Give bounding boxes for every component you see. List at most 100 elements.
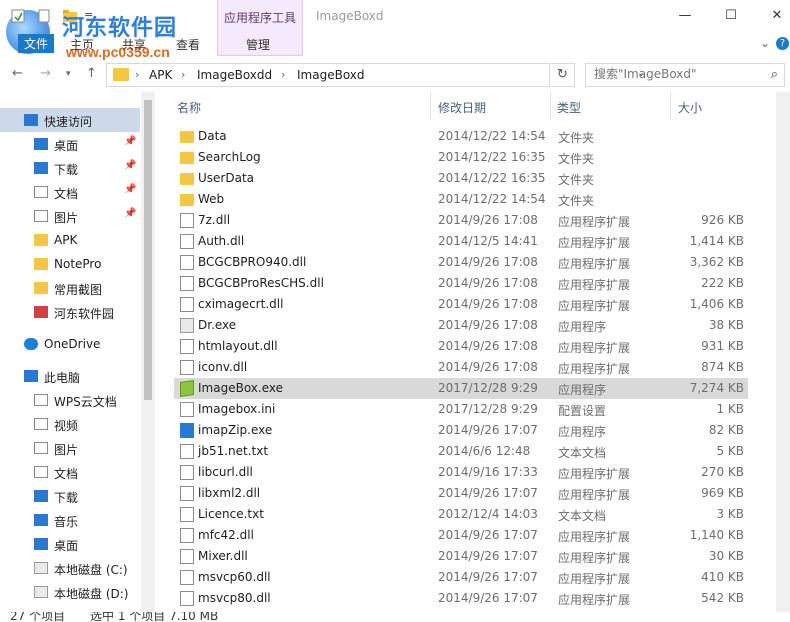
address-bar[interactable]: › APK › ImageBoxdd › ImageBoxd ⌄	[106, 63, 645, 87]
file-size: 931 KB	[701, 339, 744, 353]
file-name: libcurl.dll	[198, 465, 253, 479]
file-row[interactable]: Dr.exe 2014/9/26 17:08 应用程序 38 KB	[174, 315, 748, 336]
column-divider[interactable]	[550, 92, 551, 120]
nav-item[interactable]: 视频	[0, 412, 140, 436]
minimize-button[interactable]: —	[662, 0, 708, 32]
nav-item[interactable]: 图片 📌	[0, 204, 140, 228]
file-name: htmlayout.dll	[198, 339, 278, 353]
tab-file[interactable]: 文件	[18, 34, 55, 53]
file-date: 2017/12/28 9:29	[438, 402, 538, 416]
file-row[interactable]: ImageBox.exe 2017/12/28 9:29 应用程序 7,274 KB	[174, 378, 748, 399]
search-box[interactable]: ⌕	[585, 63, 785, 87]
tab-home[interactable]: 主页	[70, 36, 94, 53]
recent-locations-button[interactable]: ▾	[66, 69, 71, 79]
file-list-scrollbar[interactable]	[776, 92, 790, 612]
file-row[interactable]: UserData 2014/12/22 16:35 文件夹	[174, 168, 748, 189]
file-row[interactable]: Licence.txt 2012/12/4 14:03 文本文档 3 KB	[174, 504, 748, 525]
tab-share[interactable]: 共享	[122, 36, 146, 53]
dll-icon	[180, 339, 194, 354]
file-row[interactable]: cximagecrt.dll 2014/9/26 17:08 应用程序扩展 1,406…	[174, 294, 748, 315]
desktop-icon	[34, 138, 48, 150]
nav-item[interactable]: WPS云文档	[0, 388, 140, 412]
file-row[interactable]: BCGCBPRO940.dll 2014/9/26 17:08 应用程序扩展 3,36…	[174, 252, 748, 273]
column-type[interactable]: 类型	[557, 99, 581, 116]
column-size[interactable]: 大小	[678, 99, 702, 116]
file-type: 应用程序扩展	[558, 215, 631, 229]
file-date: 2014/9/26 17:07	[438, 486, 538, 500]
breadcrumb-imageboxd[interactable]: ImageBoxd	[297, 68, 365, 82]
close-button[interactable]: ✕	[754, 0, 790, 32]
file-size: 1,414 KB	[689, 234, 744, 248]
file-date: 2014/9/26 17:08	[438, 213, 538, 227]
nav-item[interactable]: 文档 📌	[0, 180, 140, 204]
quick-access-properties-icon[interactable]	[10, 8, 26, 24]
nav-item[interactable]: 下载	[0, 484, 140, 508]
nav-item[interactable]: 下载 📌	[0, 156, 140, 180]
breadcrumb-imageboxdd[interactable]: ImageBoxdd	[197, 68, 272, 82]
file-row[interactable]: iconv.dll 2014/9/26 17:08 应用程序扩展 874 KB	[174, 357, 748, 378]
file-row[interactable]: libxml2.dll 2014/9/26 17:07 应用程序扩展 969 KB	[174, 483, 748, 504]
nav-item[interactable]: 桌面 📌	[0, 132, 140, 156]
file-row[interactable]: Data 2014/12/22 14:54 文件夹	[174, 126, 748, 147]
file-name: libxml2.dll	[198, 486, 261, 500]
file-row[interactable]: msvcp80.dll 2014/9/26 17:07 应用程序扩展 542 KB	[174, 588, 748, 609]
nav-item[interactable]: OneDrive	[0, 332, 140, 356]
file-type: 文件夹	[558, 194, 595, 208]
breadcrumb-apk[interactable]: APK	[149, 68, 172, 82]
column-divider[interactable]	[430, 92, 431, 120]
back-button[interactable]: ←	[12, 66, 23, 81]
file-row[interactable]: htmlayout.dll 2014/9/26 17:08 应用程序扩展 931 KB	[174, 336, 748, 357]
nav-item[interactable]: NotePro	[0, 252, 140, 276]
file-row[interactable]: msvcp60.dll 2014/9/26 17:07 应用程序扩展 410 KB	[174, 567, 748, 588]
nav-item[interactable]: 本地磁盘 (C:)	[0, 556, 140, 580]
file-row[interactable]: BCGCBProResCHS.dll 2014/9/26 17:08 应用程序扩展 2…	[174, 273, 748, 294]
dll-icon	[180, 549, 194, 564]
video-icon	[34, 418, 48, 430]
breadcrumb-separator[interactable]: ›	[181, 68, 185, 81]
pin-icon: 📌	[124, 136, 137, 147]
column-date[interactable]: 修改日期	[438, 99, 486, 116]
nav-item[interactable]: 本地磁盘 (D:)	[0, 580, 140, 604]
up-button[interactable]: ↑	[86, 66, 97, 81]
file-row[interactable]: libcurl.dll 2014/9/16 17:33 应用程序扩展 270 KB	[174, 462, 748, 483]
nav-item[interactable]: 音乐	[0, 508, 140, 532]
file-row[interactable]: Mixer.dll 2014/9/26 17:07 应用程序扩展 30 KB	[174, 546, 748, 567]
breadcrumb-separator[interactable]: ›	[281, 68, 285, 81]
tab-view[interactable]: 查看	[176, 36, 200, 53]
file-row[interactable]: Auth.dll 2014/12/5 14:41 应用程序扩展 1,414 KB	[174, 231, 748, 252]
navigation-scrollbar-thumb[interactable]	[144, 100, 152, 400]
nav-item[interactable]: 快速访问	[0, 108, 140, 132]
refresh-button[interactable]: ↻	[551, 63, 575, 87]
ribbon-collapse-icon[interactable]: ⌄	[760, 36, 770, 50]
nav-item[interactable]: 常用截图	[0, 276, 140, 300]
forward-button[interactable]: →	[40, 66, 51, 81]
nav-item[interactable]: APK	[0, 228, 140, 252]
breadcrumb-separator[interactable]: ›	[135, 68, 139, 81]
column-name[interactable]: 名称	[177, 99, 201, 116]
nav-item[interactable]: 河东软件园	[0, 300, 140, 324]
file-row[interactable]: imapZip.exe 2014/9/26 17:07 应用程序 82 KB	[174, 420, 748, 441]
file-row[interactable]: SearchLog 2014/12/22 16:35 文件夹	[174, 147, 748, 168]
help-icon[interactable]: ?	[776, 37, 789, 50]
tab-manage[interactable]: 管理	[246, 36, 270, 53]
file-row[interactable]: 7z.dll 2014/9/26 17:08 应用程序扩展 926 KB	[174, 210, 748, 231]
file-row[interactable]: Imagebox.ini 2017/12/28 9:29 配置设置 1 KB	[174, 399, 748, 420]
file-size: 38 KB	[708, 318, 744, 332]
nav-item-label: OneDrive	[44, 337, 101, 351]
file-row[interactable]: jb51.net.txt 2014/6/6 12:48 文本文档 5 KB	[174, 441, 748, 462]
search-input[interactable]	[594, 67, 764, 81]
file-size: 1 KB	[716, 402, 744, 416]
quick-access-new-folder-icon[interactable]	[36, 8, 52, 24]
column-divider[interactable]	[670, 92, 671, 120]
nav-item[interactable]: 桌面	[0, 532, 140, 556]
file-row[interactable]: mfc42.dll 2014/9/26 17:07 应用程序扩展 1,140 KB	[174, 525, 748, 546]
file-name: jb51.net.txt	[198, 444, 269, 458]
nav-item[interactable]: 此电脑	[0, 364, 140, 388]
nav-item[interactable]: 文档	[0, 460, 140, 484]
dll-icon	[180, 276, 194, 291]
file-row[interactable]: Web 2014/12/22 14:54 文件夹	[174, 189, 748, 210]
cloud-outline-icon	[34, 394, 48, 406]
navigation-scrollbar[interactable]	[141, 92, 155, 612]
maximize-button[interactable]: ☐	[708, 0, 754, 32]
nav-item[interactable]: 图片	[0, 436, 140, 460]
